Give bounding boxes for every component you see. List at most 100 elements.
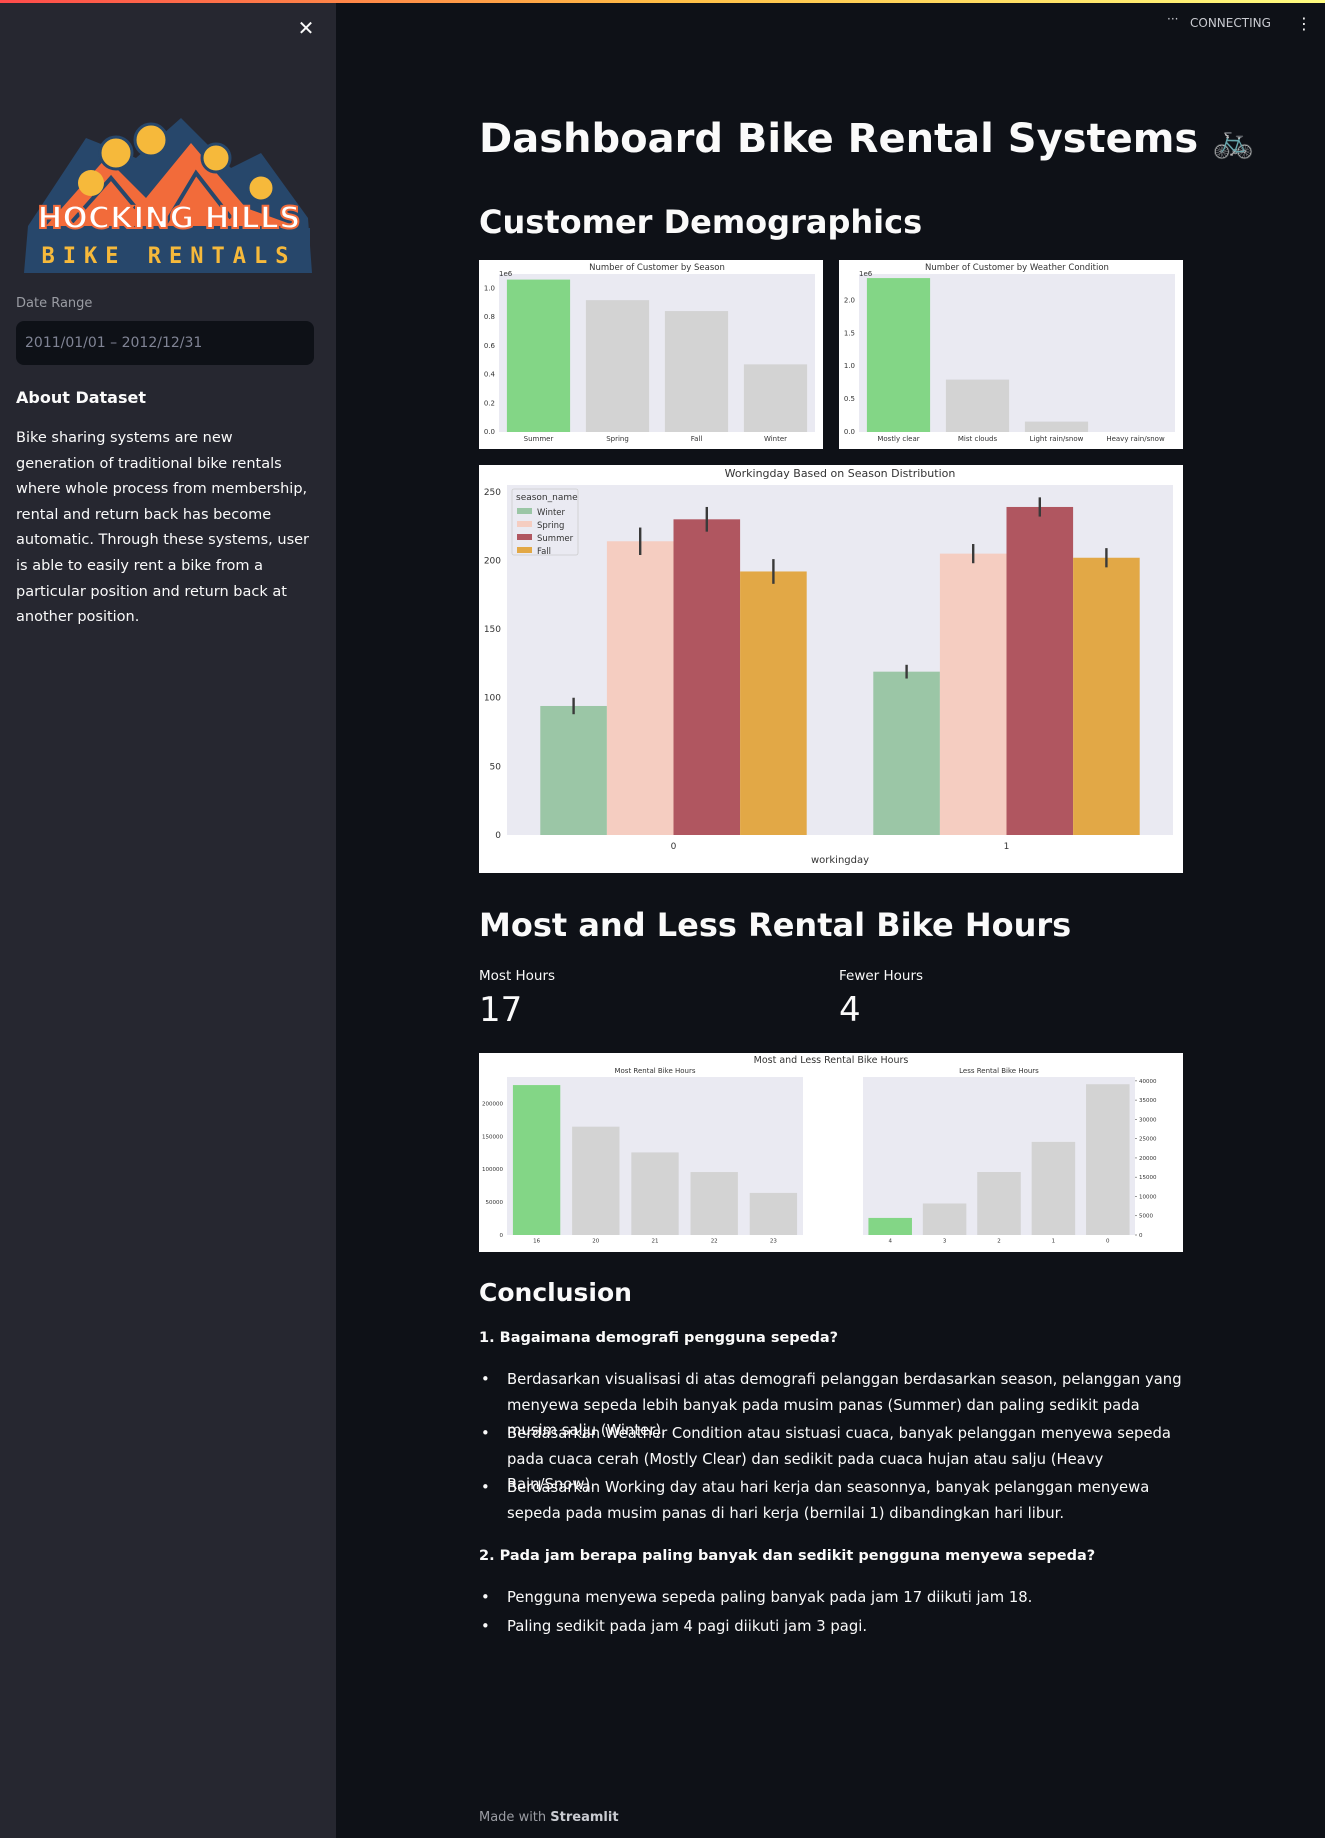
- y-tick-label: 250: [484, 488, 501, 498]
- bar: [939, 553, 1007, 835]
- y-tick-label: 0.4: [484, 371, 496, 379]
- date-range-input[interactable]: [16, 321, 314, 365]
- x-tick-label: Mostly clear: [877, 435, 919, 443]
- chart-title: Most and Less Rental Bike Hours: [754, 1055, 909, 1066]
- y-tick-label: 20000: [1139, 1156, 1157, 1162]
- question-2: 2. Pada jam berapa paling banyak dan sed…: [479, 1548, 1096, 1564]
- x-tick-label: 16: [533, 1239, 540, 1245]
- y-tick-label: 50000: [486, 1200, 504, 1206]
- legend-swatch: [517, 508, 532, 514]
- legend-swatch: [517, 521, 532, 527]
- bar: [945, 379, 1010, 432]
- y-tick-label: 0.6: [484, 342, 496, 350]
- y-tick-label: 15000: [1139, 1175, 1157, 1181]
- x-tick-label: 0: [671, 842, 677, 852]
- x-tick-label: 20: [592, 1239, 599, 1245]
- season-chart: 0.0 0.2 0.4 0.6 0.8 1.0 Summer Spring Fall Winter…: [479, 260, 823, 449]
- x-tick-label: 23: [770, 1239, 777, 1245]
- chart-title: Workingday Based on Season Distribution: [725, 467, 956, 480]
- x-tick-label: 21: [652, 1239, 659, 1245]
- bar: [740, 571, 807, 835]
- x-tick-label: 3: [943, 1239, 947, 1245]
- connection-status: CONNECTING: [1190, 16, 1271, 30]
- metric-most-label: Most Hours: [479, 968, 556, 984]
- bar: [868, 1217, 912, 1235]
- bar: [1031, 1141, 1076, 1235]
- metric-fewer-value: 4: [839, 990, 861, 1030]
- section-rental-hours: Most and Less Rental Bike Hours: [479, 906, 1072, 944]
- bar: [664, 311, 729, 432]
- main-menu-icon[interactable]: ⋮: [1296, 12, 1312, 36]
- workingday-season-chart-svg: 0 50 100 150 200 250 0 1 Workingday Based on Sea…: [484, 467, 1173, 866]
- x-tick-label: Mist clouds: [958, 435, 998, 443]
- conclusion-title: Conclusion: [479, 1278, 632, 1307]
- bar: [631, 1152, 679, 1235]
- y-tick-label: 50: [490, 762, 502, 772]
- legend-label: Spring: [537, 521, 564, 531]
- list-item: Berdasarkan Working day atau hari kerja …: [479, 1475, 1183, 1526]
- rental-hours-chart-svg: Most and Less Rental Bike Hours 0 50000 100…: [482, 1055, 1157, 1245]
- section-customer-demographics: Customer Demographics: [479, 203, 923, 241]
- x-tick-label: Winter: [764, 435, 787, 443]
- y-tick-label: 100: [484, 694, 501, 704]
- date-range-label: Date Range: [16, 296, 93, 311]
- legend-label: Fall: [537, 547, 551, 557]
- bar: [1073, 557, 1140, 835]
- bar: [977, 1171, 1021, 1235]
- chart-title: Number of Customer by Weather Condition: [925, 263, 1109, 273]
- y-tick-label: 0.0: [844, 428, 855, 436]
- bar: [873, 671, 940, 835]
- y-tick-label: 200000: [482, 1101, 503, 1107]
- legend-label: Winter: [537, 508, 566, 518]
- sidebar: ✕ HOCKING HILLS BIKE RENTALS Date Range …: [0, 3, 336, 1838]
- list-item: Paling sedikit pada jam 4 pagi diikuti j…: [479, 1614, 1183, 1640]
- bar: [540, 705, 607, 835]
- legend-swatch: [517, 547, 532, 553]
- weather-chart-svg: 0.0 0.5 1.0 1.5 2.0 Mostly clear Mist clouds Li…: [844, 263, 1175, 443]
- scale-label: 1e6: [859, 270, 873, 278]
- y-tick-label: 30000: [1139, 1117, 1157, 1123]
- x-tick-label: Summer: [524, 435, 554, 443]
- x-tick-label: 1: [1052, 1239, 1056, 1245]
- question-1: 1. Bagaimana demografi pengguna sepeda?: [479, 1330, 839, 1346]
- y-tick-label: 200: [484, 556, 501, 566]
- bar: [606, 541, 674, 835]
- bar: [743, 364, 808, 432]
- logo-line1: HOCKING HILLS: [37, 201, 300, 236]
- hocking-hills-logo: HOCKING HILLS BIKE RENTALS: [24, 118, 312, 273]
- bar: [866, 278, 931, 432]
- x-tick-label: 22: [711, 1239, 718, 1245]
- y-tick-label: 25000: [1139, 1137, 1157, 1143]
- close-sidebar-icon[interactable]: ✕: [296, 15, 316, 41]
- weather-chart: 0.0 0.5 1.0 1.5 2.0 Mostly clear Mist clouds Li…: [839, 260, 1183, 449]
- bicycle-icon: 🚲: [1212, 121, 1255, 161]
- y-tick-label: 1.0: [484, 284, 495, 292]
- bar: [1086, 1084, 1130, 1235]
- y-tick-label: 40000: [1139, 1079, 1157, 1085]
- chart-title: Less Rental Bike Hours: [959, 1067, 1039, 1075]
- bar: [690, 1172, 738, 1235]
- y-tick-label: 10000: [1139, 1194, 1157, 1200]
- workingday-season-chart: 0 50 100 150 200 250 0 1 Workingday Based on Sea…: [479, 465, 1183, 873]
- chart-title: Most Rental Bike Hours: [614, 1067, 695, 1075]
- y-tick-label: 1.5: [844, 329, 855, 337]
- bar: [1024, 421, 1089, 432]
- bar: [922, 1203, 967, 1235]
- x-tick-label: 4: [888, 1239, 892, 1245]
- y-tick-label: 0.0: [484, 428, 495, 436]
- bar: [512, 1085, 561, 1235]
- y-tick-label: 35000: [1139, 1098, 1157, 1104]
- y-tick-label: 0: [500, 1233, 504, 1239]
- y-tick-label: 0.2: [484, 399, 495, 407]
- logo-line2: BIKE RENTALS: [42, 244, 297, 269]
- footer-streamlit-link[interactable]: Streamlit: [550, 1810, 618, 1825]
- page-title-text: Dashboard Bike Rental Systems: [479, 116, 1199, 162]
- metric-fewer-label: Fewer Hours: [839, 968, 924, 984]
- legend-swatch: [517, 534, 532, 540]
- bar: [749, 1192, 798, 1235]
- bar: [506, 279, 571, 432]
- legend-label: Summer: [537, 534, 574, 544]
- y-tick-label: 0.5: [844, 395, 855, 403]
- scale-label: 1e6: [499, 270, 513, 278]
- status-dots-icon: ···: [1167, 12, 1179, 26]
